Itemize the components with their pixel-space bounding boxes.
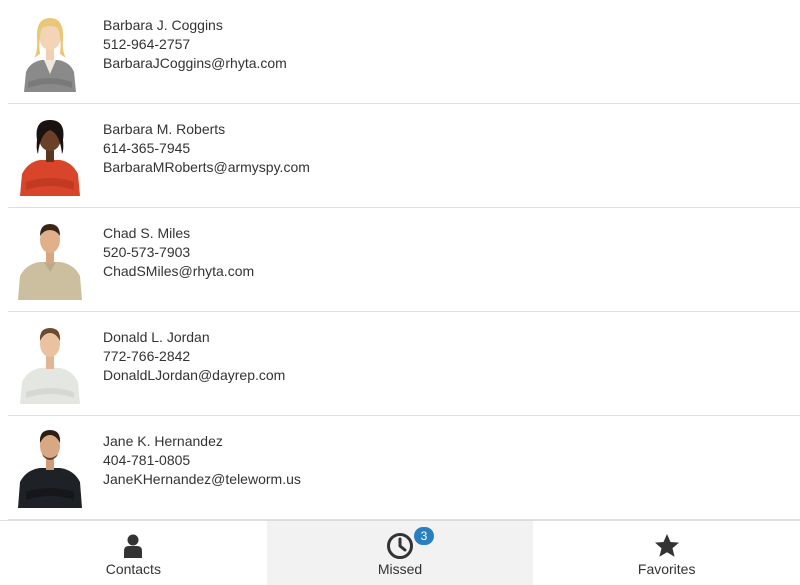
- tab-bar: Contacts Missed Favorites 3: [0, 520, 800, 585]
- contact-row[interactable]: Jane K. Hernandez 404-781-0805 JaneKHern…: [8, 416, 800, 520]
- contact-phone: 404-781-0805: [103, 452, 191, 468]
- contact-list: Barbara J. Coggins 512-964-2757 BarbaraJ…: [8, 0, 800, 520]
- avatar: [18, 116, 82, 196]
- contact-info: Donald L. Jordan 772-766-2842 DonaldLJor…: [103, 328, 285, 385]
- tab-label: Missed: [377, 561, 423, 577]
- clock-icon: [385, 531, 415, 561]
- contact-info: Barbara M. Roberts 614-365-7945 BarbaraM…: [103, 120, 310, 177]
- contact-info: Barbara J. Coggins 512-964-2757 BarbaraJ…: [103, 16, 287, 73]
- contact-row[interactable]: Barbara J. Coggins 512-964-2757 BarbaraJ…: [8, 0, 800, 104]
- contact-email: DonaldLJordan@dayrep.com: [103, 367, 286, 383]
- contact-info: Jane K. Hernandez 404-781-0805 JaneKHern…: [103, 432, 301, 489]
- tab-favorites[interactable]: Favorites: [533, 521, 800, 585]
- contact-email: BarbaraMRoberts@armyspy.com: [103, 159, 310, 175]
- contact-row[interactable]: Barbara M. Roberts 614-365-7945 BarbaraM…: [8, 104, 800, 208]
- missed-count-badge: 3: [414, 527, 434, 545]
- contact-name: Barbara J. Coggins: [103, 17, 223, 33]
- avatar: [18, 324, 82, 404]
- contact-phone: 520-573-7903: [103, 244, 191, 260]
- contact-name: Jane K. Hernandez: [103, 433, 223, 449]
- contact-name: Chad S. Miles: [103, 225, 191, 241]
- contact-email: BarbaraJCoggins@rhyta.com: [103, 55, 287, 71]
- tab-label: Favorites: [637, 561, 696, 577]
- avatar: [18, 220, 82, 300]
- contact-phone: 512-964-2757: [103, 36, 191, 52]
- contact-email: ChadSMiles@rhyta.com: [103, 263, 255, 279]
- contact-info: Chad S. Miles 520-573-7903 ChadSMiles@rh…: [103, 224, 254, 281]
- contact-email: JaneKHernandez@teleworm.us: [103, 471, 301, 487]
- contact-name: Donald L. Jordan: [103, 329, 210, 345]
- contact-row[interactable]: Chad S. Miles 520-573-7903 ChadSMiles@rh…: [8, 208, 800, 312]
- tab-contacts[interactable]: Contacts: [0, 521, 267, 585]
- contact-phone: 614-365-7945: [103, 140, 191, 156]
- contact-name: Barbara M. Roberts: [103, 121, 226, 137]
- user-icon: [118, 531, 148, 561]
- contact-phone: 772-766-2842: [103, 348, 191, 364]
- avatar: [18, 12, 82, 92]
- avatar: [18, 428, 82, 508]
- star-icon: [652, 531, 682, 561]
- tab-missed[interactable]: Missed: [266, 521, 534, 585]
- tab-label: Contacts: [105, 561, 161, 577]
- contact-row[interactable]: Donald L. Jordan 772-766-2842 DonaldLJor…: [8, 312, 800, 416]
